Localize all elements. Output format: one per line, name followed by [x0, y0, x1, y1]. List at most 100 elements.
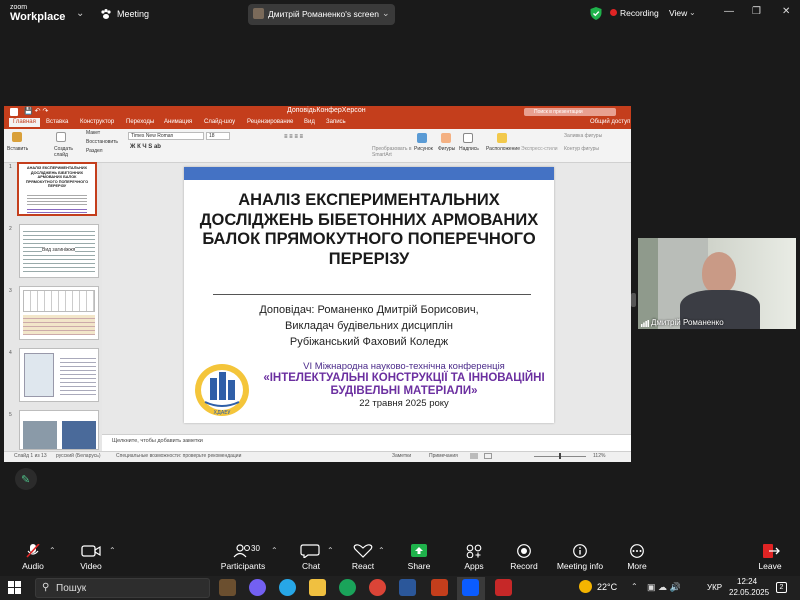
chevron-up-icon[interactable]: ⌃ [327, 546, 334, 555]
section-button[interactable]: Раздел [86, 148, 103, 154]
meeting-info-label[interactable]: Meeting info [556, 561, 604, 571]
weather-temperature[interactable]: 22°C [597, 582, 617, 592]
apps-icon[interactable] [463, 544, 485, 558]
minimize-icon[interactable]: — [724, 6, 734, 17]
smartart-button[interactable]: Преобразовать в SmartArt [372, 146, 412, 158]
tab-design[interactable]: Конструктор [80, 119, 114, 125]
audio-label[interactable]: Audio [20, 561, 46, 571]
chevron-up-icon[interactable]: ⌃ [271, 546, 278, 555]
shield-icon[interactable] [590, 7, 602, 20]
recording-label[interactable]: Recording [620, 8, 659, 18]
comments-toggle[interactable]: Примечания [429, 453, 458, 459]
chevron-up-icon[interactable]: ⌃ [49, 546, 56, 555]
ppt-search-input[interactable]: Поиск в презентации [524, 108, 616, 116]
accessibility-status[interactable]: Специальные возможности: проверьте реком… [116, 453, 241, 459]
zoom-slider-handle[interactable] [559, 453, 561, 459]
clock-time[interactable]: 12:24 [737, 577, 757, 586]
restore-icon[interactable]: ❐ [752, 6, 761, 17]
slide-thumbnail-2[interactable]: Вид загиніжжя [19, 224, 99, 278]
font-name-select[interactable]: Times New Roman [128, 132, 204, 140]
tab-slideshow[interactable]: Слайд-шоу [204, 119, 235, 125]
more-label[interactable]: More [624, 561, 650, 571]
tab-transitions[interactable]: Переходы [126, 119, 154, 125]
microphone-muted-icon[interactable] [22, 544, 44, 558]
chevron-up-icon[interactable]: ⌃ [631, 582, 638, 591]
chat-label[interactable]: Chat [298, 561, 324, 571]
notification-badge[interactable]: 2 [776, 582, 787, 593]
chrome-icon[interactable] [369, 579, 386, 596]
notes-toggle[interactable]: Заметки [392, 453, 411, 459]
heart-react-icon[interactable] [352, 544, 374, 558]
taskbar-app-photo-icon[interactable] [219, 579, 236, 596]
share-screen-icon[interactable] [408, 544, 430, 558]
apps-label[interactable]: Apps [460, 561, 488, 571]
tab-animation[interactable]: Анимация [164, 119, 192, 125]
zoom-app-icon[interactable] [462, 579, 479, 596]
record-label[interactable]: Record [508, 561, 540, 571]
video-label[interactable]: Video [78, 561, 104, 571]
powerpoint-icon[interactable] [431, 579, 448, 596]
video-camera-icon[interactable] [80, 544, 102, 558]
tab-record[interactable]: Запись [326, 119, 346, 125]
tab-insert[interactable]: Вставка [46, 119, 68, 125]
windows-start-icon[interactable] [8, 581, 21, 594]
chevron-down-icon[interactable]: ⌄ [382, 8, 390, 19]
sorter-view-icon[interactable] [484, 453, 492, 459]
share-label[interactable]: Share [404, 561, 434, 571]
clock-date[interactable]: 22.05.2025 [729, 588, 769, 597]
chat-bubble-icon[interactable] [299, 544, 321, 558]
arrange-icon[interactable] [497, 133, 507, 143]
chevron-down-icon[interactable]: ⌄ [76, 8, 84, 19]
zoom-level[interactable]: 112% [593, 453, 605, 459]
paragraph-icons[interactable]: ≡ ≡ ≡ ≡ [284, 134, 303, 140]
shape-fill-button[interactable]: Заливка фигуры [564, 133, 602, 139]
record-icon[interactable] [513, 544, 535, 558]
new-slide-icon[interactable] [56, 132, 66, 142]
chevron-up-icon[interactable]: ⌃ [109, 546, 116, 555]
input-language[interactable]: УКР [707, 583, 722, 592]
tab-view[interactable]: Вид [304, 119, 315, 125]
close-icon[interactable]: ✕ [782, 6, 790, 17]
textbox-button[interactable]: Надпись [459, 146, 479, 152]
slide-thumbnail-1[interactable]: АНАЛІЗ ЕКСПЕРИМЕНТАЛЬНИХ ДОСЛІДЖЕНЬ БІБЕ… [17, 162, 97, 216]
picture-button[interactable]: Рисунок [414, 146, 433, 152]
file-explorer-icon[interactable] [309, 579, 326, 596]
info-icon[interactable] [569, 544, 591, 558]
font-size-select[interactable]: 18 [206, 132, 230, 140]
chevron-up-icon[interactable]: ⌃ [378, 546, 385, 555]
picture-icon[interactable] [417, 133, 427, 143]
view-button[interactable]: View [669, 8, 687, 18]
new-slide-label[interactable]: Создать слайд [54, 146, 76, 158]
paste-icon[interactable] [12, 132, 22, 142]
slide-thumbnail-5[interactable] [19, 410, 99, 450]
shapes-button[interactable]: Фигуры [438, 146, 455, 152]
reset-button[interactable]: Восстановить [86, 139, 118, 145]
edge-browser-icon[interactable] [339, 579, 356, 596]
annotate-pen-icon[interactable]: ✎ [15, 468, 37, 490]
chevron-down-icon[interactable]: ⌄ [689, 8, 696, 17]
ppt-share-button[interactable]: Общий доступ [590, 119, 630, 125]
slide-thumbnail-4[interactable] [19, 348, 99, 402]
leave-label[interactable]: Leave [756, 561, 784, 571]
meeting-label[interactable]: Meeting [117, 9, 149, 19]
layout-button[interactable]: Макет [86, 130, 100, 136]
tab-home[interactable]: Главная [9, 118, 40, 127]
telegram-icon[interactable] [279, 579, 296, 596]
tab-review[interactable]: Рецензирование [247, 119, 293, 125]
quick-access-icons[interactable]: 💾 ↶ ↷ [24, 107, 48, 115]
word-icon[interactable] [399, 579, 416, 596]
participant-video-tile[interactable] [638, 238, 796, 329]
shape-outline-button[interactable]: Контур фигуры [564, 146, 599, 152]
font-format-icons[interactable]: Ж К Ч S ab [130, 144, 161, 150]
quick-styles-button[interactable]: Экспресс-стили [521, 146, 558, 152]
language-status[interactable]: русский (Беларусь) [56, 453, 101, 459]
react-label[interactable]: React [350, 561, 376, 571]
shapes-icon[interactable] [441, 133, 451, 143]
more-dots-icon[interactable] [626, 544, 648, 558]
pdf-reader-icon[interactable] [495, 579, 512, 596]
weather-sun-icon[interactable] [579, 580, 592, 593]
participants-label[interactable]: Participants [220, 561, 266, 571]
splitter-handle[interactable] [631, 293, 636, 307]
system-tray-icons[interactable]: ▣ ☁ 🔊 [647, 582, 681, 593]
leave-icon[interactable] [759, 544, 781, 558]
